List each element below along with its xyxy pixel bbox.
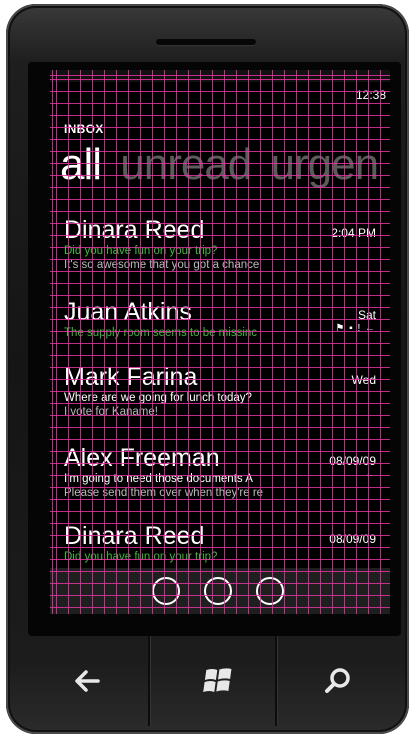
page-title: INBOX [64, 122, 104, 136]
pivot-all[interactable]: all [60, 140, 102, 189]
phone-screen: 12:38 INBOX all unread urgen Dinara Reed… [50, 70, 390, 614]
start-button[interactable] [184, 658, 244, 704]
appbar-circle-button-icon[interactable] [256, 577, 284, 605]
windows-logo-icon [203, 668, 232, 692]
divider [148, 636, 150, 726]
message-date: Sat [357, 308, 376, 322]
message-preview: It's so awesome that you got a chance [64, 259, 260, 271]
pivot-urgent[interactable]: urgen [271, 140, 380, 189]
list-item[interactable]: Mark Farina Where are we going for lunch… [64, 363, 384, 419]
appbar-circle-button-icon[interactable] [152, 577, 180, 605]
search-icon [325, 668, 350, 693]
message-subject: Did you have fun on your trip? [64, 245, 218, 257]
message-preview: I vote for Kaname! [64, 406, 158, 418]
pivot-unread[interactable]: unread [120, 140, 252, 189]
message-sender: Mark Farina [64, 363, 198, 391]
speaker-grille [156, 39, 256, 45]
message-subject: The supply room seems to be missinc [64, 327, 258, 339]
back-button[interactable] [58, 658, 118, 704]
status-time: 12:38 [355, 88, 386, 102]
list-item[interactable]: Dinara Reed Did you have fun on your tri… [64, 216, 384, 272]
pivot-header: all unread urgen [60, 140, 386, 190]
message-subject: I'm going to need those documents A [64, 473, 253, 485]
application-bar [50, 568, 390, 614]
message-date: 08/09/09 [329, 454, 376, 468]
divider [275, 636, 277, 726]
list-item[interactable]: Dinara Reed Did you have fun on your tri… [64, 522, 384, 564]
message-subject: Where are we going for lunch today? [64, 392, 252, 404]
list-item[interactable]: Juan Atkins The supply room seems to be … [64, 298, 384, 340]
message-preview: Please send them over when they're re [64, 487, 264, 499]
message-date: Wed [351, 373, 376, 387]
message-sender: Juan Atkins [64, 298, 192, 326]
hardware-buttons [6, 636, 409, 726]
message-status-icons: ⚑ ▪ ! ← [335, 323, 376, 334]
message-date: 08/09/09 [329, 532, 376, 546]
message-date: 2:04 PM [331, 226, 376, 240]
appbar-circle-button-icon[interactable] [204, 577, 232, 605]
message-subject: Did you have fun on your trip? [64, 551, 218, 563]
reply-icon: ← [365, 469, 376, 480]
phone-device: 12:38 INBOX all unread urgen Dinara Reed… [6, 4, 409, 734]
back-arrow-icon [75, 670, 100, 692]
status-bar [50, 70, 390, 82]
search-button[interactable] [308, 658, 368, 704]
list-item[interactable]: Alex Freeman I'm going to need those doc… [64, 444, 384, 500]
